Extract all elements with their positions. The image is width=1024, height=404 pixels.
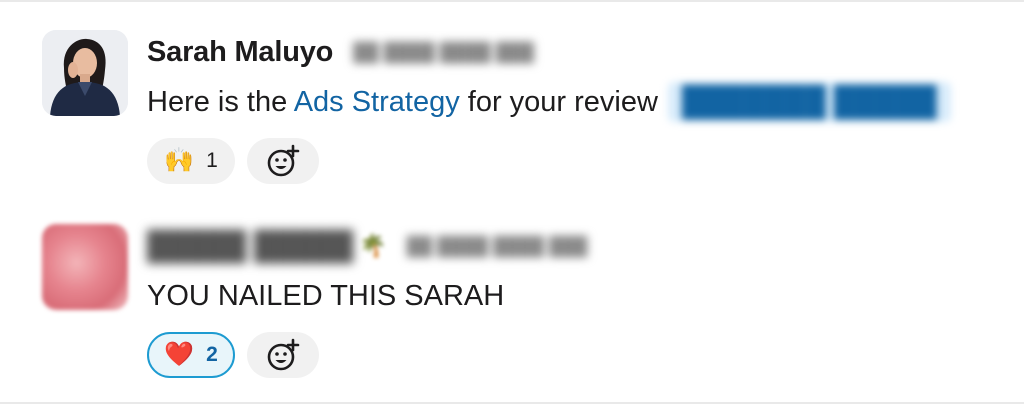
reaction-raised-hands[interactable]: 🙌 1 [147,138,235,184]
mention-redacted[interactable]: ███████ █████ [667,82,951,122]
message-text: Here is the Ads Strategy for your review… [147,82,951,122]
raised-hands-icon: 🙌 [164,147,195,174]
reaction-count: 1 [206,149,218,172]
avatar-portrait [42,30,128,116]
avatar-redacted[interactable] [42,224,128,310]
reaction-count: 2 [206,343,218,366]
message-text-part: for your review [459,86,658,118]
add-reaction-button[interactable] [247,138,319,184]
plant-status-icon: 🌴 [359,233,387,258]
reactions-bar: 🙌 1 [147,138,319,184]
message-header: █████ █████ 🌴 ██ ████ ████ ███ [147,226,587,266]
smiley-plus-icon [267,144,300,177]
message-thread: Sarah Maluyo ██ ████ ████ ███ Here is th… [0,0,1024,404]
message-text: YOU NAILED THIS SARAH [147,280,505,312]
timestamp-redacted: ██ ████ ████ ███ [406,235,588,256]
reactions-bar: ❤️ 2 [147,332,319,378]
ads-strategy-link[interactable]: Ads Strategy [294,86,460,118]
reaction-red-heart[interactable]: ❤️ 2 [147,332,235,378]
sender-name-redacted[interactable]: █████ █████ [147,230,353,262]
avatar-sarah[interactable] [42,30,128,116]
smiley-plus-icon [267,338,300,371]
message-text-part: Here is the [147,86,294,118]
message-header: Sarah Maluyo ██ ████ ████ ███ [147,32,534,72]
red-heart-icon: ❤️ [164,341,195,368]
timestamp-redacted: ██ ████ ████ ███ [353,41,534,62]
message-sarah: Sarah Maluyo ██ ████ ████ ███ Here is th… [0,30,1024,200]
add-reaction-button[interactable] [247,332,319,378]
sender-name[interactable]: Sarah Maluyo [147,36,333,69]
message-reply: █████ █████ 🌴 ██ ████ ████ ███ YOU NAILE… [0,224,1024,394]
